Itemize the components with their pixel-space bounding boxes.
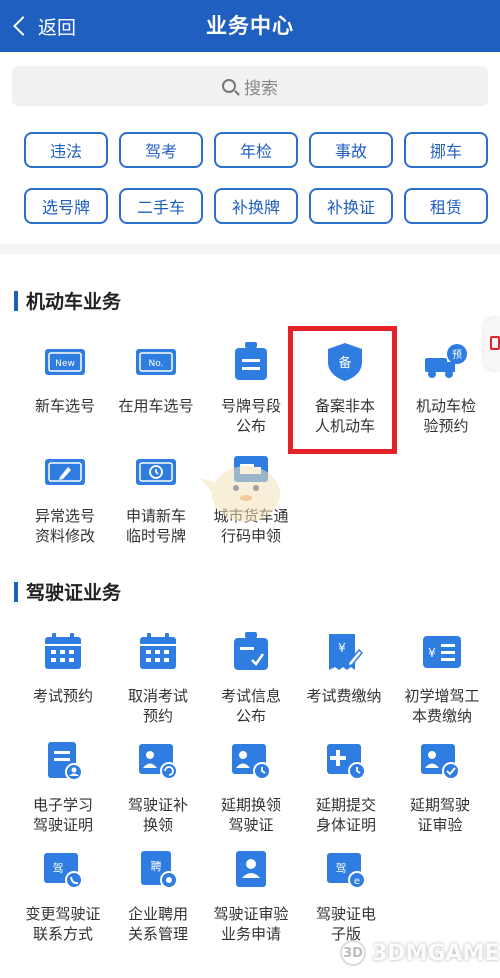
service-exam-appointment[interactable]: 考试预约 [15, 632, 111, 742]
search-icon [222, 79, 236, 93]
tag-violation[interactable]: 违法 [24, 132, 108, 168]
svg-text:预: 预 [452, 349, 462, 361]
svg-text:驾: 驾 [53, 862, 64, 875]
service-review-application[interactable]: 驾驶证审验 业务申请 [203, 850, 299, 960]
service-label: 驾驶证电 子版 [315, 905, 376, 943]
service-register-other-vehicle[interactable]: 备 备案非本 人机动车 [297, 342, 393, 452]
exam-info-icon [234, 632, 268, 670]
service-label: 申请新车 临时号牌 [125, 507, 186, 545]
tag-accident[interactable]: 事故 [309, 132, 393, 168]
svg-text:¥: ¥ [338, 641, 346, 655]
tag-replace-plate[interactable]: 补换牌 [214, 188, 298, 224]
service-label: 取消考试 预约 [127, 687, 188, 725]
service-abnormal-plate-edit[interactable]: 异常选号 资料修改 [17, 452, 113, 562]
service-label: 在用车选号 [118, 397, 194, 415]
section-title-license: 驾驶证业务 [14, 578, 121, 605]
service-vehicle-inspection-appointment[interactable]: 预 机动车检 验预约 [398, 342, 494, 452]
tag-driving-test[interactable]: 驾考 [119, 132, 203, 168]
service-employment-management[interactable]: 聘 企业聘用 关系管理 [110, 850, 206, 960]
license-check-icon [421, 744, 460, 780]
service-label: 初学增驾工 本费缴纳 [404, 687, 480, 725]
calendar-icon [45, 633, 81, 669]
service-license-renew[interactable]: 驾驶证补 换领 [110, 741, 206, 851]
calendar-cancel-icon [140, 633, 176, 669]
watermark-text: 3DMGAME [372, 940, 500, 966]
license-delay-icon [232, 744, 271, 780]
edit-plate-icon [45, 459, 85, 485]
tag-rental[interactable]: 租赁 [404, 188, 488, 224]
service-label: 考试预约 [32, 687, 93, 705]
contact-change-icon: 驾 [44, 853, 83, 889]
section-title-vehicle: 机动车业务 [14, 287, 121, 314]
license-renew-icon [139, 744, 178, 780]
svg-text:¥: ¥ [428, 646, 436, 660]
service-exam-info[interactable]: 考试信息 公布 [203, 632, 299, 742]
svg-text:备: 备 [338, 355, 351, 371]
service-label: 备案非本 人机动车 [314, 397, 375, 435]
search-placeholder: 搜索 [244, 78, 278, 99]
fee-receipt-icon: ¥ [329, 634, 364, 670]
service-label: 变更驾驶证 联系方式 [25, 905, 101, 943]
service-label: 延期换领 驾驶证 [220, 796, 281, 834]
new-plate-icon: New [45, 349, 85, 375]
svg-text:New: New [55, 359, 75, 369]
service-delay-health-proof[interactable]: 延期提交 身体证明 [298, 741, 394, 851]
watermark-logo-icon: 3D [340, 940, 366, 966]
service-label: 异常选号 资料修改 [34, 507, 95, 545]
svg-text:e: e [354, 876, 360, 887]
service-temporary-plate[interactable]: 申请新车 临时号牌 [108, 452, 204, 562]
service-delay-license-renew[interactable]: 延期换领 驾驶证 [203, 741, 299, 851]
search-input[interactable]: 搜索 [12, 66, 488, 106]
tag-select-plate[interactable]: 选号牌 [24, 188, 108, 224]
no-plate-icon: No. [136, 349, 176, 375]
service-label: 考试信息 公布 [220, 687, 281, 725]
tag-replace-license[interactable]: 补换证 [309, 188, 393, 224]
svg-text:驾: 驾 [336, 862, 347, 875]
tag-annual-inspection[interactable]: 年检 [214, 132, 298, 168]
service-delay-license-review[interactable]: 延期驾驶 证审验 [392, 741, 488, 851]
service-cancel-exam[interactable]: 取消考试 预约 [110, 632, 206, 742]
service-label: 城市货车通 行码申领 [213, 507, 289, 545]
service-e-learning-proof[interactable]: 电子学习 驾驶证明 [15, 741, 111, 851]
service-new-car-plate[interactable]: New 新车选号 [17, 342, 113, 452]
service-label: 考试费缴纳 [306, 687, 382, 705]
temp-plate-icon [136, 459, 176, 485]
truck-appointment-icon: 预 [425, 344, 467, 378]
service-plate-announce[interactable]: 号牌号段 公布 [203, 342, 299, 452]
page-title: 业务中心 [206, 14, 294, 38]
service-label: 企业聘用 关系管理 [127, 905, 188, 943]
e-license-icon: 驾 e [327, 853, 366, 889]
service-change-contact[interactable]: 驾 变更驾驶证 联系方式 [15, 850, 111, 960]
svg-text:聘: 聘 [151, 859, 162, 873]
shield-bei-icon: 备 [328, 343, 362, 381]
plate-announce-icon [235, 342, 267, 380]
service-label: 驾驶证补 换领 [127, 796, 188, 834]
service-label: 延期提交 身体证明 [315, 796, 376, 834]
top-bar: 返回 业务中心 [0, 0, 500, 52]
service-label: 电子学习 驾驶证明 [32, 796, 93, 834]
service-city-truck-pass[interactable]: 城市货车通 行码申领 [203, 452, 299, 562]
service-label: 驾驶证审验 业务申请 [213, 905, 289, 943]
review-apply-icon [236, 851, 266, 887]
e-certificate-icon [48, 742, 83, 781]
tag-used-car[interactable]: 二手车 [119, 188, 203, 224]
service-label: 新车选号 [34, 397, 95, 415]
watermark: 3D 3DMGAME [340, 940, 499, 966]
service-label: 机动车检 验预约 [415, 397, 476, 435]
service-learner-fee[interactable]: ¥ 初学增驾工 本费缴纳 [394, 632, 490, 742]
bookmark-icon [490, 336, 500, 350]
service-label: 延期驾驶 证审验 [409, 796, 470, 834]
service-used-car-plate[interactable]: No. 在用车选号 [108, 342, 204, 452]
section-divider [0, 244, 500, 254]
service-label: 号牌号段 公布 [220, 397, 281, 435]
side-float-tab[interactable] [484, 318, 500, 370]
health-delay-icon [327, 744, 366, 780]
yen-list-icon: ¥ [423, 636, 461, 668]
truck-pass-icon [234, 456, 268, 482]
service-exam-fee[interactable]: ¥ 考试费缴纳 [296, 632, 392, 742]
svg-text:No.: No. [149, 359, 164, 369]
employ-manage-icon: 聘 [141, 851, 178, 889]
tag-move-car[interactable]: 挪车 [404, 132, 488, 168]
